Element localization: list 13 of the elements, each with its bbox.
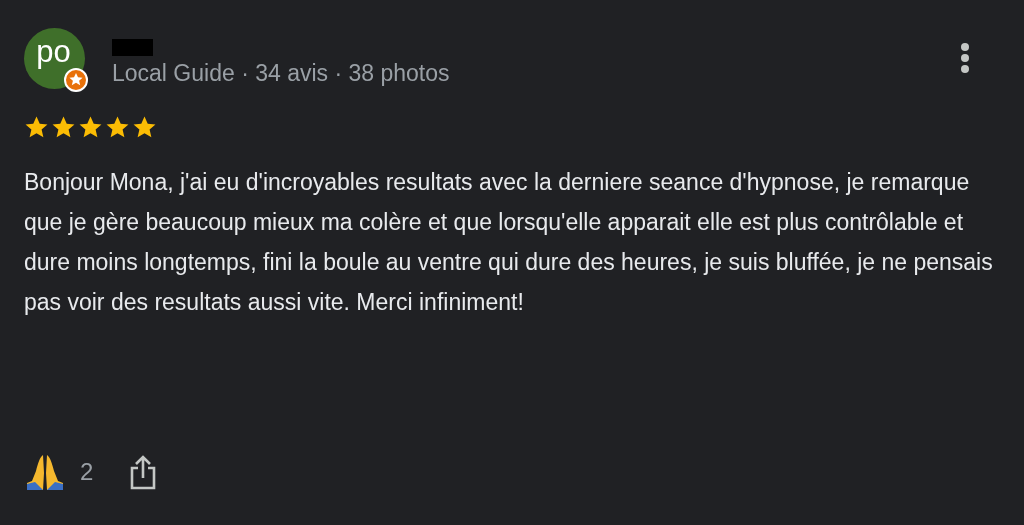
redaction-bar (112, 39, 153, 56)
star-icon (105, 115, 130, 140)
avatar[interactable]: po (24, 28, 85, 89)
review-text: Bonjour Mona, j'ai eu d'incroyables resultats avec la derniere seance d'hypnose, je remarque que je gère beaucoup mieux ma colère et que lorsqu'elle apparait elle est plus contrôlable et dure moins longtemps, fini la boule au ventre qui dure des heures, je suis bluffée, je ne pensais pas voir des resultats aussi vite. Merci infiniment! (24, 168, 994, 317)
share-icon[interactable] (129, 454, 158, 490)
more-options-icon[interactable] (960, 42, 970, 74)
star-icon (24, 115, 49, 140)
reviewer-meta: Local Guide · 34 avis · 38 photos (112, 60, 450, 87)
star-icon (51, 115, 76, 140)
praying-hands-icon[interactable] (24, 453, 66, 491)
reaction-count: 2 (80, 458, 94, 486)
star-icon (132, 115, 157, 140)
star-icon (78, 115, 103, 140)
